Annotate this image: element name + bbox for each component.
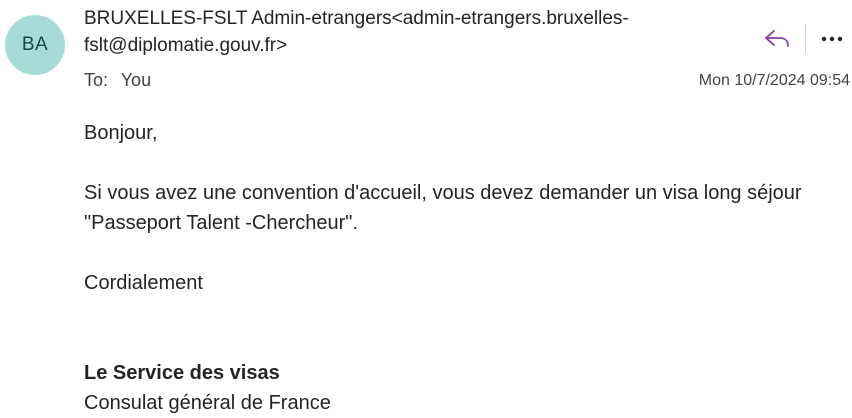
- greeting-text: Bonjour,: [84, 122, 158, 144]
- signature-name: Le Service des visas: [84, 362, 280, 384]
- more-actions-button[interactable]: [812, 22, 852, 56]
- reply-button[interactable]: [755, 22, 799, 56]
- recipient-name[interactable]: You: [121, 70, 151, 90]
- signature-organization: Consulat général de France: [84, 392, 331, 414]
- body-paragraph: Si vous avez une convention d'accueil, v…: [84, 182, 802, 234]
- sender-name[interactable]: BRUXELLES-FSLT Admin-etrangers<admin-etr…: [84, 5, 674, 59]
- to-label: To:: [84, 70, 109, 90]
- reply-arrow-icon: [765, 30, 789, 47]
- sent-date: Mon 10/7/2024 09:54: [698, 72, 850, 89]
- more-horizontal-icon: [821, 36, 843, 42]
- message-body: Bonjour, Si vous avez une convention d'a…: [84, 118, 824, 418]
- actions-divider: [805, 25, 806, 53]
- closing-text: Cordialement: [84, 272, 203, 294]
- recipient-line: To: You: [84, 68, 151, 92]
- sender-avatar[interactable]: BA: [5, 15, 65, 75]
- message-actions: [755, 22, 852, 56]
